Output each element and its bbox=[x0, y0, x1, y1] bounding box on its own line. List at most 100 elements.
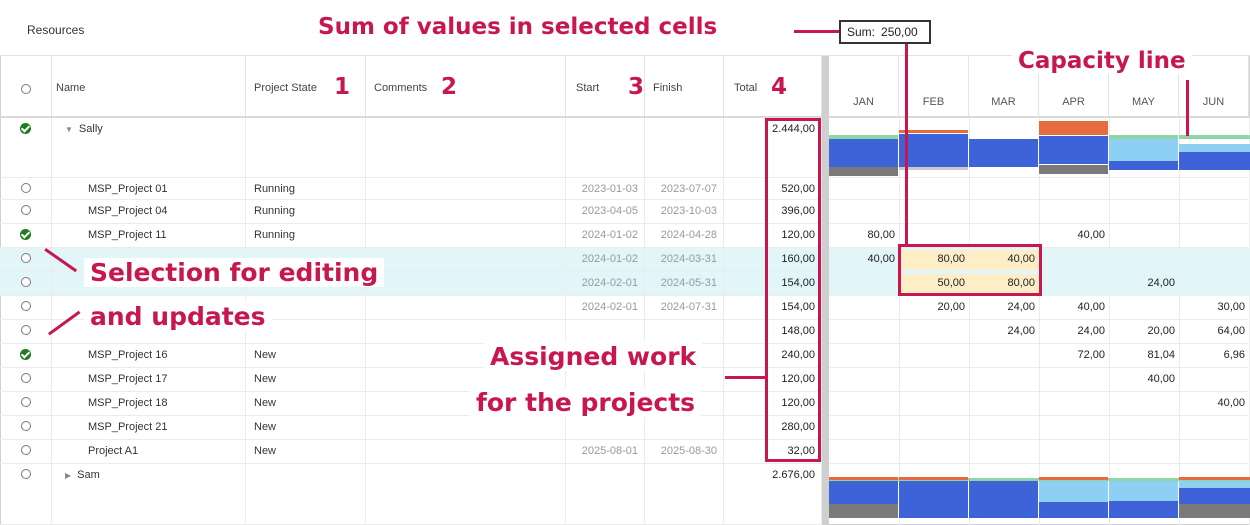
month-work-cell[interactable]: 40,00 bbox=[1179, 397, 1245, 409]
month-work-cell[interactable]: 81,04 bbox=[1109, 349, 1175, 361]
total-work-cell[interactable]: 2.676,00 bbox=[724, 464, 822, 524]
comments-cell[interactable] bbox=[366, 296, 566, 319]
month-work-cell[interactable]: 72,00 bbox=[1039, 349, 1105, 361]
finish-date-cell[interactable] bbox=[645, 416, 724, 439]
month-work-cell[interactable]: 24,00 bbox=[1039, 325, 1105, 337]
comments-cell[interactable] bbox=[366, 416, 566, 439]
month-work-cell[interactable]: 24,00 bbox=[1109, 277, 1175, 289]
row-select-radio[interactable] bbox=[0, 178, 52, 199]
comments-cell[interactable] bbox=[366, 440, 566, 463]
project-state-cell[interactable]: New bbox=[246, 392, 366, 415]
start-date-cell[interactable] bbox=[566, 118, 645, 177]
finish-date-cell[interactable]: 2023-10-03 bbox=[645, 200, 724, 223]
row-select-radio[interactable] bbox=[0, 248, 52, 271]
project-row[interactable]: Project A1 New 2025-08-01 2025-08-30 32,00 bbox=[0, 440, 822, 464]
project-name[interactable]: MSP_Project 21 bbox=[52, 416, 246, 439]
row-selected-checkmark[interactable] bbox=[0, 344, 52, 367]
row-select-radio[interactable] bbox=[0, 368, 52, 391]
month-header-jan[interactable]: JAN bbox=[829, 56, 899, 116]
month-work-cell[interactable]: 64,00 bbox=[1179, 325, 1245, 337]
month-work-cell[interactable]: 24,00 bbox=[969, 325, 1035, 337]
project-state-cell[interactable] bbox=[246, 464, 366, 524]
project-row[interactable]: MSP_Project 04 Running 2023-04-05 2023-10-0… bbox=[0, 200, 822, 224]
comments-cell[interactable] bbox=[366, 200, 566, 223]
month-work-cell[interactable]: 20,00 bbox=[1109, 325, 1175, 337]
project-name[interactable]: MSP_Project 11 bbox=[52, 224, 246, 247]
column-header-name[interactable]: Name bbox=[52, 56, 246, 116]
pane-splitter[interactable] bbox=[822, 56, 829, 525]
month-work-cell[interactable]: 24,00 bbox=[969, 301, 1035, 313]
project-state-cell[interactable]: New bbox=[246, 368, 366, 391]
project-row[interactable]: MSP_Project 21 New 280,00 bbox=[0, 416, 822, 440]
finish-date-cell[interactable]: 2023-07-07 bbox=[645, 178, 724, 199]
start-date-cell[interactable]: 2023-04-05 bbox=[566, 200, 645, 223]
comments-cell[interactable] bbox=[366, 320, 566, 343]
finish-date-cell[interactable]: 2024-05-31 bbox=[645, 272, 724, 295]
finish-date-cell[interactable] bbox=[645, 118, 724, 177]
row-select-radio[interactable] bbox=[0, 272, 52, 295]
project-name[interactable]: Project A1 bbox=[52, 440, 246, 463]
project-name[interactable]: MSP_Project 16 bbox=[52, 344, 246, 367]
project-name[interactable]: MSP_Project 18 bbox=[52, 392, 246, 415]
project-state-cell[interactable] bbox=[246, 118, 366, 177]
finish-date-cell[interactable]: 2025-08-30 bbox=[645, 440, 724, 463]
month-work-cell[interactable]: 20,00 bbox=[899, 301, 965, 313]
comments-cell[interactable] bbox=[366, 248, 566, 271]
expand-right-icon[interactable]: ▶ bbox=[65, 471, 71, 480]
project-state-cell[interactable]: New bbox=[246, 416, 366, 439]
month-work-cell[interactable]: 40,00 bbox=[1039, 229, 1105, 241]
finish-date-cell[interactable] bbox=[645, 464, 724, 524]
project-name[interactable]: MSP_Project 17 bbox=[52, 368, 246, 391]
row-select-radio[interactable] bbox=[0, 440, 52, 463]
row-select-radio[interactable] bbox=[0, 200, 52, 223]
row-select-radio[interactable] bbox=[0, 464, 52, 524]
resource-name[interactable]: ▼ Sally bbox=[52, 118, 246, 177]
project-row[interactable]: MSP_Project 11 Running 2024-01-02 2024-04-2… bbox=[0, 224, 822, 248]
start-date-cell[interactable] bbox=[566, 416, 645, 439]
expand-down-icon[interactable]: ▼ bbox=[65, 125, 73, 134]
comments-cell[interactable] bbox=[366, 272, 566, 295]
row-select-radio[interactable] bbox=[0, 296, 52, 319]
project-row[interactable]: MSP_Project 01 Running 2023-01-03 2023-07-0… bbox=[0, 178, 822, 200]
row-selected-checkmark[interactable] bbox=[0, 224, 52, 247]
project-name[interactable]: MSP_Project 04 bbox=[52, 200, 246, 223]
start-date-cell[interactable]: 2024-01-02 bbox=[566, 248, 645, 271]
start-date-cell[interactable]: 2024-01-02 bbox=[566, 224, 645, 247]
month-work-cell[interactable]: 40,00 bbox=[1039, 301, 1105, 313]
row-select-radio[interactable] bbox=[0, 416, 52, 439]
start-date-cell[interactable]: 2025-08-01 bbox=[566, 440, 645, 463]
start-date-cell[interactable]: 2023-01-03 bbox=[566, 178, 645, 199]
comments-cell[interactable] bbox=[366, 178, 566, 199]
row-selected-checkmark[interactable] bbox=[0, 118, 52, 177]
project-state-cell[interactable]: New bbox=[246, 344, 366, 367]
project-name[interactable]: MSP_Project 01 bbox=[52, 178, 246, 199]
resource-group-row[interactable]: ▼ Sally 2.444,00 bbox=[0, 118, 822, 178]
column-header-finish[interactable]: Finish bbox=[645, 56, 724, 116]
row-select-radio[interactable] bbox=[0, 320, 52, 343]
start-date-cell[interactable] bbox=[566, 464, 645, 524]
month-work-cell[interactable]: 6,96 bbox=[1179, 349, 1245, 361]
finish-date-cell[interactable]: 2024-03-31 bbox=[645, 248, 724, 271]
resource-name[interactable]: ▶ Sam bbox=[52, 464, 246, 524]
finish-date-cell[interactable]: 2024-04-28 bbox=[645, 224, 724, 247]
row-select-radio[interactable] bbox=[0, 392, 52, 415]
start-date-cell[interactable]: 2024-02-01 bbox=[566, 272, 645, 295]
comments-cell[interactable] bbox=[366, 224, 566, 247]
month-work-cell[interactable]: 30,00 bbox=[1179, 301, 1245, 313]
month-work-cell[interactable]: 40,00 bbox=[829, 253, 895, 265]
project-state-cell[interactable]: Running bbox=[246, 224, 366, 247]
select-all-radio[interactable] bbox=[0, 56, 52, 116]
comments-cell[interactable] bbox=[366, 464, 566, 524]
comments-cell[interactable] bbox=[366, 118, 566, 177]
project-state-cell[interactable]: Running bbox=[246, 200, 366, 223]
column-header-comments[interactable]: Comments bbox=[366, 56, 566, 116]
resource-group-row[interactable]: ▶ Sam 2.676,00 bbox=[0, 464, 822, 525]
project-state-cell[interactable]: Running bbox=[246, 178, 366, 199]
finish-date-cell[interactable] bbox=[645, 320, 724, 343]
start-date-cell[interactable]: 2024-02-01 bbox=[566, 296, 645, 319]
month-work-cell[interactable]: 40,00 bbox=[1109, 373, 1175, 385]
start-date-cell[interactable] bbox=[566, 320, 645, 343]
month-work-cell[interactable]: 80,00 bbox=[829, 229, 895, 241]
project-state-cell[interactable]: New bbox=[246, 440, 366, 463]
month-header-feb[interactable]: FEB bbox=[899, 56, 969, 116]
